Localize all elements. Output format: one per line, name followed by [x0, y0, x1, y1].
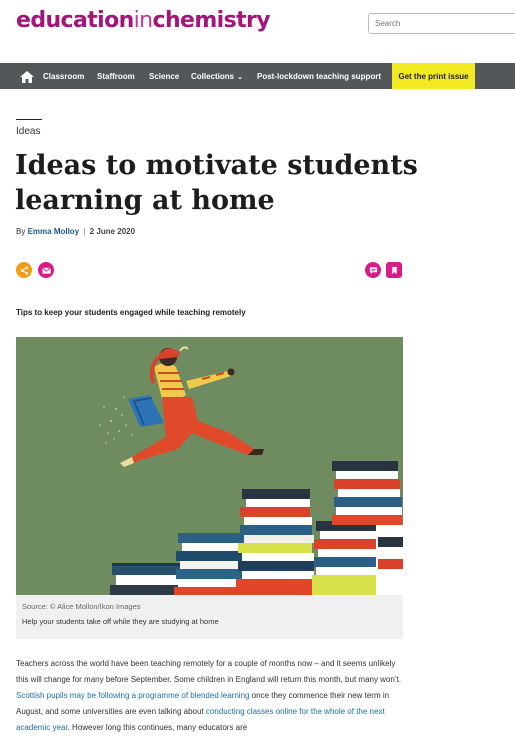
search-input[interactable]: [368, 13, 515, 34]
image-caption: Help your students take off while they a…: [22, 617, 219, 626]
nav-item-collections[interactable]: Collections ⌄: [191, 63, 243, 89]
category-rule: [16, 119, 42, 120]
byline: By Emma Molloy | 2 June 2020: [16, 227, 135, 236]
byline-prefix: By: [16, 227, 26, 236]
share-icon[interactable]: [16, 262, 32, 278]
chevron-down-icon: ⌄: [237, 74, 243, 81]
main-nav: Classroom Staffroom Science Collections ⌄…: [0, 63, 515, 89]
article-title: Ideas to motivate students learning at h…: [15, 150, 418, 216]
link-scottish-pupils[interactable]: Scottish pupils may be following a progr…: [16, 691, 249, 700]
nav-item-science[interactable]: Science: [149, 63, 179, 89]
site-logo[interactable]: educationinchemistry: [16, 8, 271, 33]
image-credit: Source: © Alice Mollon/Ikon Images: [22, 602, 141, 611]
publish-date: 2 June 2020: [89, 227, 136, 236]
home-icon[interactable]: [20, 70, 34, 83]
author-link[interactable]: Emma Molloy: [28, 227, 80, 236]
email-icon[interactable]: [38, 262, 54, 278]
site-header: educationinchemistry: [0, 0, 515, 63]
comment-icon[interactable]: [365, 262, 381, 278]
article-paragraph: Teachers across the world have been teac…: [16, 656, 408, 736]
nav-item-collections-label: Collections: [191, 72, 235, 81]
logo-word-in: in: [133, 8, 153, 33]
logo-word-education: education: [16, 8, 134, 33]
nav-item-post-lockdown[interactable]: Post-lockdown teaching support: [257, 63, 381, 89]
bookmark-icon[interactable]: [386, 262, 402, 278]
hero-illustration: [16, 337, 403, 595]
byline-separator: |: [83, 227, 86, 236]
nav-item-staffroom[interactable]: Staffroom: [97, 63, 135, 89]
nav-item-classroom[interactable]: Classroom: [43, 63, 84, 89]
article-figure: Source: © Alice Mollon/Ikon Images Help …: [16, 337, 403, 639]
logo-word-chemistry: chemistry: [152, 8, 271, 33]
article-standfirst: Tips to keep your students engaged while…: [16, 308, 246, 317]
paragraph-text-3: . However long this continues, many educ…: [67, 723, 248, 732]
get-print-issue-button[interactable]: Get the print issue: [392, 63, 475, 89]
article-category[interactable]: Ideas: [16, 126, 40, 137]
paragraph-text-1: Teachers across the world have been teac…: [16, 659, 402, 684]
